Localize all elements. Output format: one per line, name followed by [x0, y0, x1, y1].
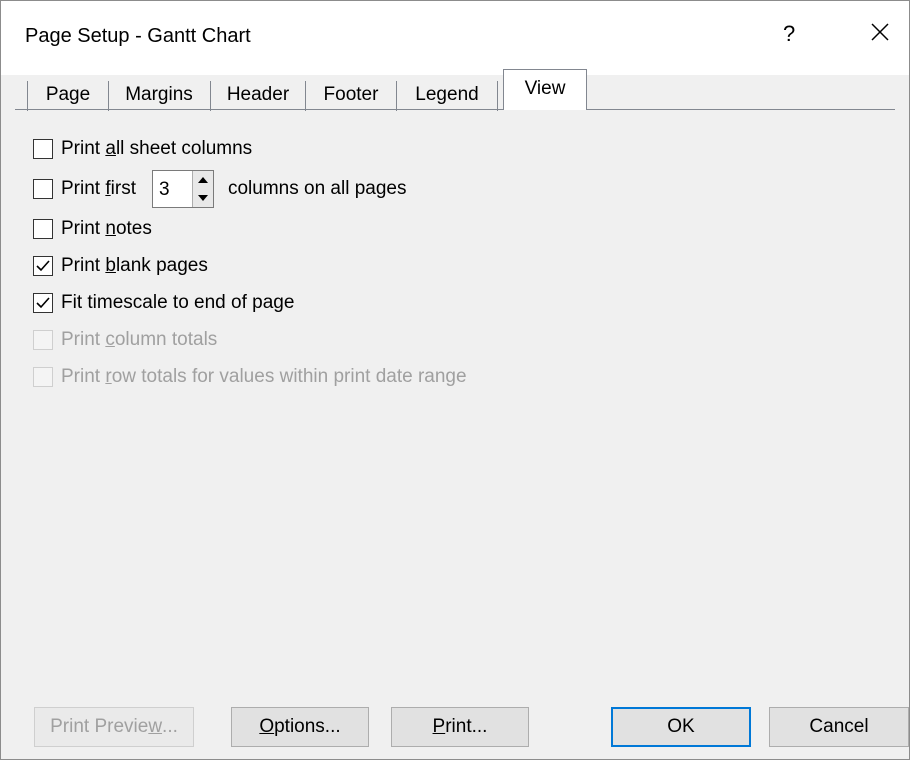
print-preview-button[interactable]: Print Previe w...	[34, 707, 194, 747]
tab-strip: Page Margins Header Footer Legend View	[15, 67, 895, 111]
print-first-checkbox[interactable]	[33, 179, 53, 199]
option-print-blank-pages[interactable]: Print blank pages	[33, 252, 208, 280]
option-fit-timescale[interactable]: Fit timescale to end of page	[33, 289, 294, 317]
checkmark-icon	[36, 260, 50, 272]
tab-divider	[15, 109, 895, 110]
print-column-totals-checkbox[interactable]	[33, 330, 53, 350]
arrow-down-icon	[197, 195, 208, 201]
print-blank-pages-label: Print blank pages	[61, 255, 208, 276]
tab-page[interactable]: Page	[27, 81, 109, 111]
cancel-button[interactable]: Cancel	[769, 707, 909, 747]
tab-margins[interactable]: Margins	[108, 81, 211, 111]
close-button[interactable]	[865, 17, 895, 47]
help-button[interactable]: ?	[783, 21, 795, 47]
tab-legend[interactable]: Legend	[397, 81, 498, 111]
print-notes-checkbox[interactable]	[33, 219, 53, 239]
option-print-column-totals[interactable]: Print column totals	[33, 326, 217, 354]
fit-timescale-checkbox[interactable]	[33, 293, 53, 313]
columns-on-all-pages-label: columns on all pages	[227, 178, 407, 199]
option-print-first-columns[interactable]: Print first columns on all pages	[33, 170, 407, 208]
option-print-row-totals[interactable]: Print row totals for values within print…	[33, 363, 467, 391]
close-icon	[871, 23, 889, 41]
print-column-totals-label: Print column totals	[61, 329, 218, 350]
print-all-sheet-columns-checkbox[interactable]	[33, 139, 53, 159]
tab-footer[interactable]: Footer	[306, 81, 397, 111]
ok-button[interactable]: OK	[611, 707, 751, 747]
print-blank-pages-checkbox[interactable]	[33, 256, 53, 276]
stepper-buttons	[191, 171, 213, 207]
print-all-sheet-columns-label: Print all sheet columns	[61, 138, 253, 159]
tab-view[interactable]: View	[503, 69, 587, 110]
print-button[interactable]: Print...	[391, 707, 529, 747]
print-notes-label: Print notes	[61, 218, 152, 239]
options-button[interactable]: Options...	[231, 707, 369, 747]
stepper-up-button[interactable]	[192, 171, 213, 190]
option-print-all-sheet-columns[interactable]: Print all sheet columns	[33, 135, 252, 163]
print-first-columns-stepper[interactable]	[151, 170, 214, 208]
tab-header[interactable]: Header	[211, 81, 306, 111]
page-setup-dialog: Page Setup - Gantt Chart ? Page Margins …	[0, 0, 910, 760]
option-print-notes[interactable]: Print notes	[33, 215, 152, 243]
fit-timescale-label: Fit timescale to end of page	[61, 292, 295, 313]
title-bar: Page Setup - Gantt Chart ?	[1, 1, 909, 75]
print-row-totals-checkbox[interactable]	[33, 367, 53, 387]
stepper-down-button[interactable]	[192, 189, 213, 207]
arrow-up-icon	[197, 177, 208, 183]
print-first-label: Print first	[61, 178, 136, 199]
checkmark-icon	[36, 297, 50, 309]
window-title: Page Setup - Gantt Chart	[25, 25, 251, 47]
print-row-totals-label: Print row totals for values within print…	[61, 366, 467, 387]
